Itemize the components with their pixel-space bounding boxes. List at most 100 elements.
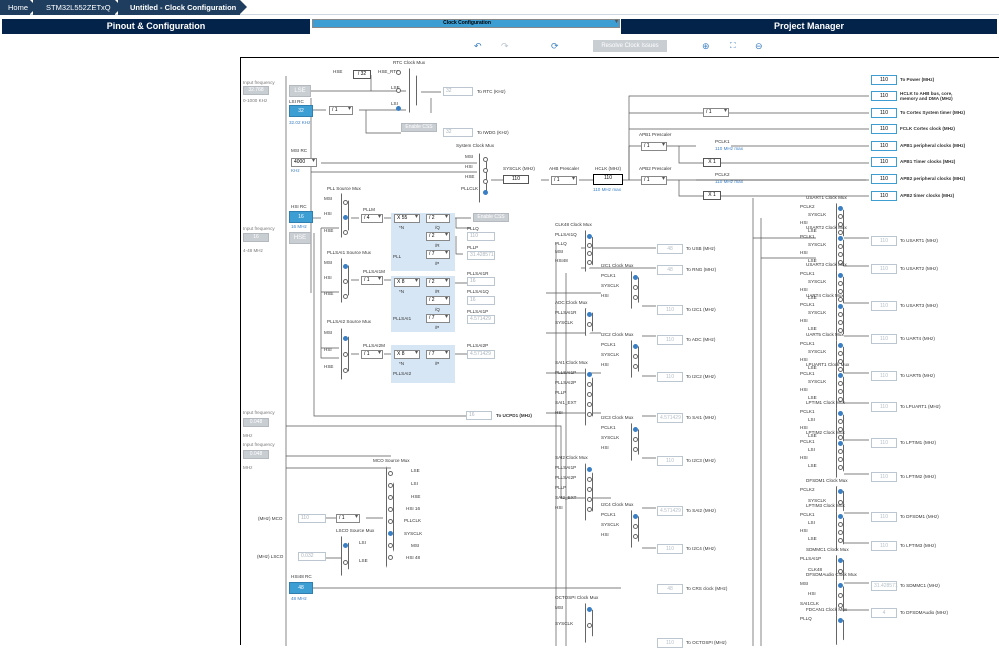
clk48-radio-1[interactable] bbox=[587, 242, 592, 248]
i2c2-frequency[interactable]: 110 bbox=[657, 372, 683, 382]
right-9-radio-0[interactable] bbox=[838, 514, 843, 519]
right-7-radio-1[interactable] bbox=[838, 449, 843, 454]
right-4-radio-3[interactable] bbox=[838, 367, 843, 372]
pll-src-hse-radio[interactable] bbox=[343, 230, 348, 235]
right-1-radio-1[interactable] bbox=[838, 244, 843, 249]
mco-radio-6[interactable] bbox=[388, 543, 393, 548]
i2c4-radio-1[interactable] bbox=[633, 524, 638, 529]
pllq-select[interactable]: / 2 bbox=[426, 214, 450, 223]
lsco-radio-lsi[interactable] bbox=[343, 543, 348, 548]
right-11-radio-1[interactable] bbox=[838, 593, 843, 598]
right-4-radio-0[interactable] bbox=[838, 343, 843, 348]
right-3-radio-2[interactable] bbox=[838, 320, 843, 325]
right-12-radio-0[interactable] bbox=[838, 618, 843, 623]
rtc-mux-lse-radio[interactable] bbox=[396, 88, 401, 93]
output-apb1-periph-value[interactable]: 110 bbox=[871, 141, 897, 151]
i2c3-radio-0[interactable] bbox=[633, 427, 638, 432]
right-5-radio-2[interactable] bbox=[838, 389, 843, 394]
tab-pinout[interactable]: Pinout & Configuration bbox=[2, 19, 310, 34]
output-apb1-timer-value[interactable]: 110 bbox=[871, 157, 897, 167]
right-9-radio-1[interactable] bbox=[838, 522, 843, 527]
sai2-radio-2[interactable] bbox=[587, 487, 592, 492]
right-9-radio-3[interactable] bbox=[838, 538, 843, 543]
lse-input-frequency[interactable]: 32.768 bbox=[243, 86, 269, 95]
output-hclk-value[interactable]: 110 bbox=[871, 91, 897, 101]
i2c3-radio-1[interactable] bbox=[633, 437, 638, 442]
right-5-radio-0[interactable] bbox=[838, 373, 843, 378]
pllsai1-src-msi-radio[interactable] bbox=[343, 264, 348, 269]
output-apb2-periph-value[interactable]: 110 bbox=[871, 174, 897, 184]
mco-frequency[interactable]: 110 bbox=[298, 514, 326, 523]
right-6-radio-0[interactable] bbox=[838, 411, 843, 416]
right-2-radio-1[interactable] bbox=[838, 281, 843, 286]
pllsai2p-select[interactable]: / 7 bbox=[426, 350, 450, 359]
i2c4-radio-0[interactable] bbox=[633, 514, 638, 519]
right-output-value-10[interactable]: 31.428571 bbox=[871, 581, 898, 591]
breadcrumb-page[interactable]: Untitled - Clock Configuration bbox=[118, 0, 247, 15]
lsco-frequency[interactable]: 0.032 bbox=[298, 552, 326, 561]
right-2-radio-0[interactable] bbox=[838, 273, 843, 278]
right-output-value-2[interactable]: 110 bbox=[871, 301, 897, 311]
right-output-value-0[interactable]: 110 bbox=[871, 236, 897, 246]
mco-radio-4[interactable] bbox=[388, 519, 393, 524]
right-output-value-8[interactable]: 110 bbox=[871, 512, 897, 522]
hse-input-frequency[interactable]: 16 bbox=[243, 233, 269, 242]
cortex-timer-divider-select[interactable]: / 1 bbox=[703, 108, 729, 117]
output-apb2-timer-value[interactable]: 110 bbox=[871, 191, 897, 201]
zoom-in-icon[interactable]: ⊕ bbox=[702, 41, 710, 52]
right-11-radio-0[interactable] bbox=[838, 583, 843, 588]
right-0-radio-0[interactable] bbox=[838, 206, 843, 211]
i2c1-radio-2[interactable] bbox=[633, 295, 638, 300]
sai2-radio-3[interactable] bbox=[587, 497, 592, 502]
clk48-radio-0[interactable] bbox=[587, 234, 592, 239]
output-power-value[interactable]: 110 bbox=[871, 75, 897, 85]
pllsai1m-select[interactable]: / 1 bbox=[361, 276, 383, 285]
pllsai2-src-hsi-radio[interactable] bbox=[343, 352, 348, 357]
sys-mux-pllclk-radio[interactable] bbox=[483, 190, 488, 195]
sai1-radio-1[interactable] bbox=[587, 382, 592, 387]
sys-mux-hse-radio[interactable] bbox=[483, 179, 488, 184]
right-0-radio-1[interactable] bbox=[838, 214, 843, 219]
rtc-enable-css-button[interactable]: Enable CSS bbox=[401, 123, 437, 132]
clk48-usb-frequency[interactable]: 48 bbox=[657, 244, 683, 254]
input2-frequency[interactable]: 0.048 bbox=[243, 418, 269, 427]
resolve-clock-issues-button[interactable]: Resolve Clock Issues bbox=[593, 40, 667, 52]
output-fclk-value[interactable]: 110 bbox=[871, 124, 897, 134]
tab-clock-configuration[interactable]: Clock Configuration bbox=[312, 19, 620, 28]
right-7-radio-2[interactable] bbox=[838, 457, 843, 462]
right-output-value-11[interactable]: 4 bbox=[871, 608, 897, 618]
pllsai1-src-hsi-radio[interactable] bbox=[343, 279, 348, 284]
hsi48-rc-block[interactable]: 48 bbox=[289, 582, 313, 594]
right-output-value-5[interactable]: 110 bbox=[871, 402, 897, 412]
sys-mux-msi-radio[interactable] bbox=[483, 157, 488, 162]
ahb-prescaler-select[interactable]: / 1 bbox=[551, 176, 577, 185]
i2c4-radio-2[interactable] bbox=[633, 534, 638, 539]
right-output-value-1[interactable]: 110 bbox=[871, 264, 897, 274]
lsco-radio-lse[interactable] bbox=[343, 560, 348, 565]
pllsai2p-output-value[interactable]: 4.571429 bbox=[467, 350, 495, 359]
adc-radio-0[interactable] bbox=[587, 312, 592, 317]
rtc-mux-hse-radio[interactable] bbox=[396, 70, 401, 75]
pllp-output-value[interactable]: 31.428571 bbox=[467, 251, 495, 260]
pllr-select[interactable]: / 2 bbox=[426, 232, 450, 241]
sysclk-value[interactable]: 110 bbox=[503, 175, 529, 184]
sai1-radio-4[interactable] bbox=[587, 412, 592, 417]
sai2-frequency[interactable]: 4.571429 bbox=[657, 506, 683, 516]
right-0-radio-3[interactable] bbox=[838, 230, 843, 235]
sai2-radio-0[interactable] bbox=[587, 467, 592, 472]
sai2-radio-1[interactable] bbox=[587, 477, 592, 482]
right-output-value-4[interactable]: 110 bbox=[871, 371, 897, 381]
hsi-rc-block[interactable]: 16 bbox=[289, 211, 313, 223]
undo-icon[interactable]: ↶ bbox=[474, 41, 482, 52]
sys-mux-hsi-radio[interactable] bbox=[483, 168, 488, 173]
refresh-icon[interactable]: ⟳ bbox=[551, 41, 559, 52]
octo-radio-0[interactable] bbox=[587, 607, 592, 612]
mco-radio-7[interactable] bbox=[388, 555, 393, 560]
adc-radio-1[interactable] bbox=[587, 322, 592, 327]
pllsai1r-output-value[interactable]: 16 bbox=[467, 277, 495, 286]
lsi-rc-block[interactable]: 32 bbox=[289, 105, 313, 117]
clk48-radio-2[interactable] bbox=[587, 251, 592, 256]
mco-radio-5[interactable] bbox=[388, 531, 393, 536]
sys-enable-css-button[interactable]: Enable CSS bbox=[473, 213, 509, 222]
pllsai2-src-hse-radio[interactable] bbox=[343, 368, 348, 373]
